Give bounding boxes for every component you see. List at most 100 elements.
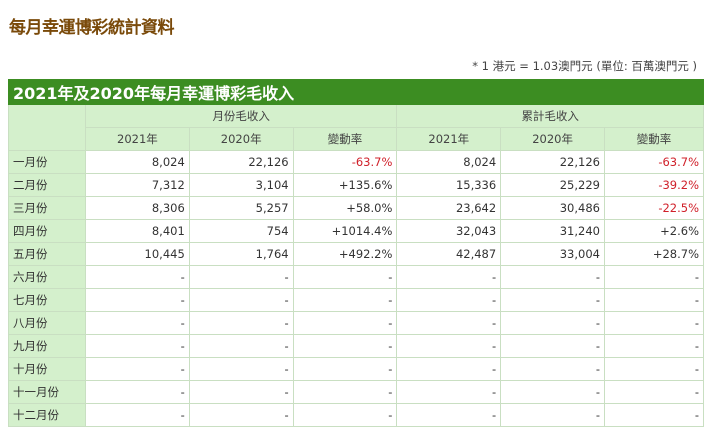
table-row: 八月份 - - - - - - (8, 311, 705, 335)
value-cell: 15,336 (396, 173, 502, 197)
value-cell: - (292, 403, 398, 427)
value-cell: -39.2% (603, 173, 705, 197)
value-cell: - (396, 380, 502, 404)
value-cell: -63.7% (292, 150, 398, 174)
value-cell: - (85, 334, 190, 358)
value-cell: - (603, 380, 705, 404)
value-cell: - (603, 357, 705, 381)
value-cell: -22.5% (603, 196, 705, 220)
monthly-group-header: 月份毛收入 (84, 104, 398, 128)
table-row: 十二月份 - - - - - - (8, 403, 705, 427)
month-cell: 十一月份 (8, 380, 86, 404)
value-cell: 32,043 (396, 219, 502, 243)
value-cell: +135.6% (292, 173, 398, 197)
value-cell: - (603, 288, 705, 312)
value-cell: - (396, 357, 502, 381)
value-cell: - (85, 403, 190, 427)
value-cell: - (396, 288, 502, 312)
value-cell: - (85, 357, 190, 381)
month-cell: 四月份 (8, 219, 86, 243)
currency-note: * 1 港元 = 1.03澳門元 (單位: 百萬澳門元 ) (472, 59, 697, 73)
value-cell: 22,126 (188, 150, 294, 174)
table-row: 一月份 8,024 22,126 -63.7% 8,024 22,126 -63.7% (8, 150, 705, 174)
value-cell: - (292, 265, 398, 289)
value-cell: - (396, 265, 502, 289)
table-row: 四月份 8,401 754 +1014.4% 32,043 31,240 +2.6% (8, 219, 705, 243)
month-cell: 七月份 (8, 288, 86, 312)
value-cell: 42,487 (396, 242, 502, 266)
value-cell: - (292, 334, 398, 358)
value-cell: 22,126 (500, 150, 605, 174)
value-cell: 25,229 (500, 173, 605, 197)
value-cell: - (603, 334, 705, 358)
value-cell: - (292, 288, 398, 312)
value-cell: - (396, 311, 502, 335)
value-cell: 7,312 (85, 173, 190, 197)
value-cell: +28.7% (603, 242, 705, 266)
value-cell: - (292, 357, 398, 381)
month-header (8, 104, 86, 151)
col-change: 變動率 (292, 127, 398, 151)
value-cell: 3,104 (188, 173, 294, 197)
col-2020: 2020年 (500, 127, 605, 151)
value-cell: - (603, 265, 705, 289)
value-cell: +1014.4% (292, 219, 398, 243)
value-cell: - (85, 265, 190, 289)
month-cell: 十二月份 (8, 403, 86, 427)
value-cell: - (85, 311, 190, 335)
value-cell: - (500, 265, 605, 289)
value-cell: - (85, 288, 190, 312)
month-cell: 一月份 (8, 150, 86, 174)
value-cell: - (500, 380, 605, 404)
col-2021: 2021年 (85, 127, 190, 151)
table-row: 六月份 - - - - - - (8, 265, 705, 289)
value-cell: 10,445 (85, 242, 190, 266)
value-cell: -63.7% (603, 150, 705, 174)
value-cell: +58.0% (292, 196, 398, 220)
col-2020: 2020年 (188, 127, 294, 151)
month-cell: 十月份 (8, 357, 86, 381)
value-cell: - (500, 403, 605, 427)
month-cell: 二月份 (8, 173, 86, 197)
value-cell: - (396, 403, 502, 427)
value-cell: - (188, 288, 294, 312)
table-row: 十一月份 - - - - - - (8, 380, 705, 404)
col-change: 變動率 (603, 127, 705, 151)
table-row: 七月份 - - - - - - (8, 288, 705, 312)
value-cell: 8,024 (85, 150, 190, 174)
cumulative-group-header: 累計毛收入 (396, 104, 704, 128)
value-cell: 5,257 (188, 196, 294, 220)
value-cell: - (188, 403, 294, 427)
value-cell: +492.2% (292, 242, 398, 266)
value-cell: - (188, 380, 294, 404)
value-cell: - (85, 380, 190, 404)
value-cell: - (500, 311, 605, 335)
value-cell: - (603, 311, 705, 335)
month-cell: 六月份 (8, 265, 86, 289)
value-cell: 33,004 (500, 242, 605, 266)
value-cell: - (603, 403, 705, 427)
value-cell: - (188, 265, 294, 289)
table-row: 三月份 8,306 5,257 +58.0% 23,642 30,486 -22.5% (8, 196, 705, 220)
page-title: 每月幸運博彩統計資料 (9, 18, 175, 38)
value-cell: - (500, 288, 605, 312)
value-cell: - (292, 380, 398, 404)
value-cell: - (500, 334, 605, 358)
value-cell: 754 (188, 219, 294, 243)
value-cell: - (396, 334, 502, 358)
value-cell: - (188, 334, 294, 358)
value-cell: - (292, 311, 398, 335)
table-row: 九月份 - - - - - - (8, 334, 705, 358)
table-caption: 2021年及2020年每月幸運博彩毛收入 (8, 79, 704, 105)
revenue-table: 2021年及2020年每月幸運博彩毛收入 月份毛收入 累計毛收入 2021年 2… (8, 79, 705, 427)
value-cell: - (188, 357, 294, 381)
value-cell: 8,306 (85, 196, 190, 220)
table-row: 十月份 - - - - - - (8, 357, 705, 381)
month-cell: 九月份 (8, 334, 86, 358)
value-cell: - (500, 357, 605, 381)
col-2021: 2021年 (396, 127, 502, 151)
value-cell: 30,486 (500, 196, 605, 220)
value-cell: 1,764 (188, 242, 294, 266)
table-row: 二月份 7,312 3,104 +135.6% 15,336 25,229 -39.2% (8, 173, 705, 197)
value-cell: +2.6% (603, 219, 705, 243)
